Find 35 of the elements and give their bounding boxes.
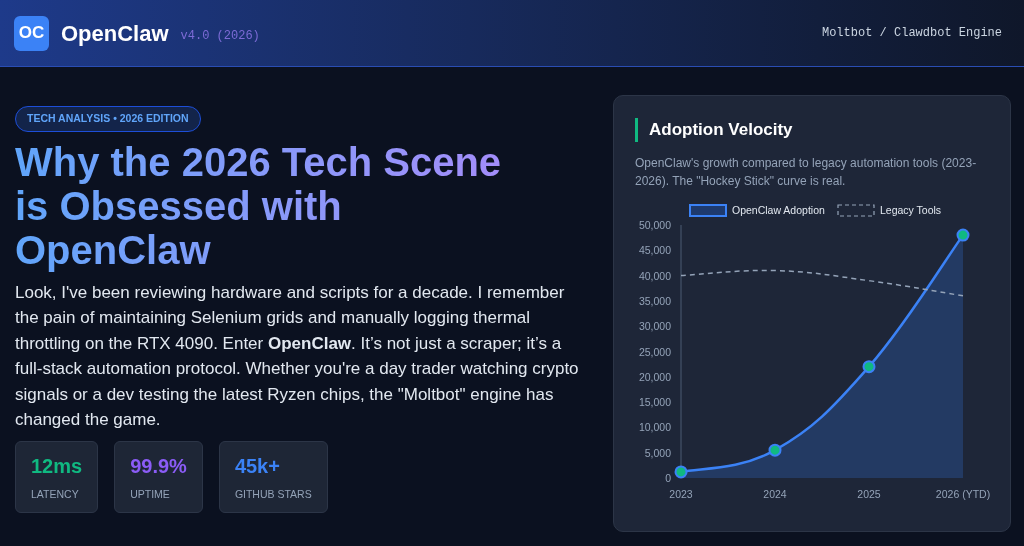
y-tick-label: 45,000 — [638, 244, 671, 257]
y-tick-label: 15,000 — [638, 396, 671, 409]
stat-value: 45k+ — [234, 453, 281, 479]
y-tick-label: 5,000 — [644, 446, 671, 459]
y-tick-label: 50,000 — [638, 219, 671, 231]
y-tick-label: 30,000 — [638, 320, 671, 333]
x-tick-label: 2025 — [857, 488, 881, 500]
brand-name: OpenClaw — [61, 19, 169, 48]
stat-label: UPTIME — [130, 486, 171, 502]
data-point — [674, 465, 688, 479]
data-point — [768, 443, 782, 457]
x-tick-label: 2023 — [669, 488, 693, 500]
legend-label: OpenClaw Adoption — [732, 204, 825, 216]
stat-value: 99.9% — [130, 453, 187, 479]
y-tick-label: 10,000 — [638, 421, 671, 434]
data-point — [956, 228, 970, 242]
stat-label: LATENCY — [31, 486, 80, 502]
x-tick-label: 2024 — [763, 488, 787, 500]
logo-icon: OC — [14, 15, 49, 51]
card-title: Adoption Velocity — [635, 118, 989, 142]
stat-value: 12ms — [31, 453, 83, 479]
y-tick-label: 35,000 — [638, 294, 671, 307]
engine-label: Moltbot / Clawdbot Engine — [821, 25, 1002, 42]
y-tick-label: 25,000 — [638, 345, 671, 358]
stat-label: GITHUB STARS — [234, 486, 312, 502]
legend-label: Legacy Tools — [880, 204, 942, 216]
intro-paragraph: Look, I've been reviewing hardware and scripts for a decade. I remember the pain of maintaining Selenium grids and manually logging thermal throttling on the RTX 4090. Enter OpenClaw. It’s not just a scraper; it’s a full-stack automation protocol. Whether you're a day trader watching crypto signals or a dev testing the latest Ryzen chips, the "Moltbot" engine has changed the game. — [15, 281, 580, 432]
y-tick-label: 40,000 — [638, 269, 671, 282]
card-description: OpenClaw's growth compared to legacy automation tools (2023-2026). The "Hockey Stick" curve is real. — [635, 155, 978, 190]
version-label: v4.0 (2026) — [180, 28, 260, 45]
edition-badge: TECH ANALYSIS • 2026 EDITION — [15, 106, 201, 132]
y-tick-label: 0 — [665, 472, 671, 484]
x-tick-label: 2026 (YTD) — [935, 488, 991, 500]
data-point — [862, 360, 876, 374]
y-tick-label: 20,000 — [638, 370, 671, 383]
